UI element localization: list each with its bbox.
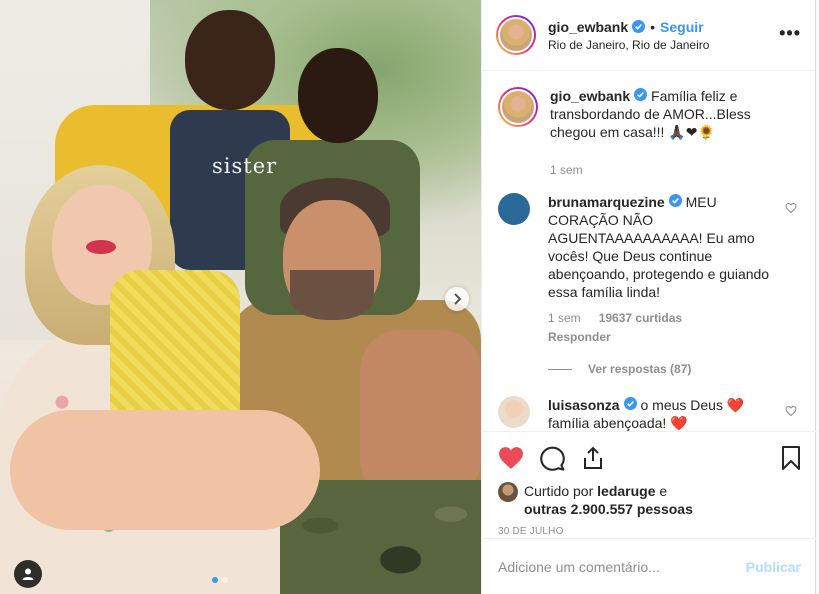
caption-time[interactable]: 1 sem	[550, 161, 583, 179]
carousel-dots	[212, 577, 228, 583]
likes-prefix: Curtido por	[524, 483, 598, 499]
photo-shirt-text: sister	[212, 154, 278, 178]
comment-input[interactable]	[498, 558, 746, 575]
photo-man-arm	[360, 330, 481, 500]
follow-button[interactable]: Seguir	[660, 19, 704, 35]
photo-man-beard	[290, 270, 374, 320]
chevron-right-icon	[454, 293, 462, 305]
comment-item: brunamarquezine MEU CORAÇÃO NÃO AGUENTAA…	[498, 193, 799, 378]
comment-like-icon[interactable]	[785, 201, 797, 217]
likes-summary: Curtido por ledaruge e outras 2.900.557 …	[498, 482, 801, 518]
carousel-dot	[222, 577, 228, 583]
view-replies-label: Ver respostas (87)	[588, 362, 692, 376]
verified-badge-icon	[623, 397, 637, 410]
more-options-icon[interactable]: •••	[779, 24, 801, 42]
verified-badge-icon	[668, 194, 682, 207]
liker-username[interactable]: ledaruge	[597, 483, 655, 499]
comment-like-icon[interactable]	[785, 404, 797, 420]
comment-time[interactable]: 1 sem	[548, 309, 581, 327]
comment-avatar[interactable]	[498, 396, 530, 428]
caption: gio_ewbank Família feliz e transbordando…	[498, 87, 799, 179]
author-avatar[interactable]	[496, 15, 536, 55]
comment-username[interactable]: brunamarquezine	[548, 194, 665, 210]
verified-badge-icon	[634, 88, 648, 101]
view-replies-button[interactable]: Ver respostas (87)	[548, 360, 780, 378]
post-date[interactable]: 30 DE JULHO	[498, 526, 801, 537]
publish-button[interactable]: Publicar	[746, 559, 801, 575]
liker-avatar[interactable]	[498, 482, 518, 502]
post-actions: Curtido por ledaruge e outras 2.900.557 …	[482, 431, 817, 537]
header-separator: •	[650, 18, 656, 35]
comment-bubble-icon[interactable]	[540, 446, 565, 471]
tagged-users-button[interactable]	[14, 560, 42, 588]
carousel-next-button[interactable]	[445, 287, 469, 311]
reply-button[interactable]: Responder	[548, 328, 780, 346]
post-photo[interactable]: sister	[0, 0, 481, 594]
comment-username[interactable]: luisasonza	[548, 397, 620, 413]
verified-badge-icon	[632, 20, 646, 33]
comment-avatar[interactable]	[498, 193, 530, 225]
photo-woman-lips	[86, 240, 116, 254]
person-icon	[22, 568, 34, 580]
photo-girl-head	[185, 10, 275, 110]
post-location[interactable]: Rio de Janeiro, Rio de Janeiro	[548, 38, 709, 52]
bookmark-icon[interactable]	[781, 446, 801, 470]
comment-item: luisasonza o meus Deus ❤️ família abenço…	[498, 396, 799, 431]
caption-username[interactable]: gio_ewbank	[550, 88, 630, 104]
view-replies-line	[548, 368, 572, 370]
share-icon[interactable]	[581, 446, 605, 470]
post-header: gio_ewbank • Seguir Rio de Janeiro, Rio …	[482, 0, 815, 71]
comment-likes[interactable]: 19637 curtidas	[599, 309, 682, 327]
like-heart-icon[interactable]	[498, 446, 524, 470]
add-comment-bar: Publicar	[482, 538, 817, 594]
comments-list[interactable]: gio_ewbank Família feliz e transbordando…	[482, 71, 815, 431]
post-side-panel: gio_ewbank • Seguir Rio de Janeiro, Rio …	[481, 0, 817, 594]
author-username[interactable]: gio_ewbank	[548, 19, 628, 35]
carousel-dot-active	[212, 577, 218, 583]
likes-others-link[interactable]: outras 2.900.557 pessoas	[524, 501, 693, 517]
photo-woman-arm	[10, 410, 320, 530]
caption-avatar[interactable]	[498, 87, 538, 127]
photo-boy-head	[298, 48, 378, 143]
likes-middle: e	[655, 483, 668, 499]
